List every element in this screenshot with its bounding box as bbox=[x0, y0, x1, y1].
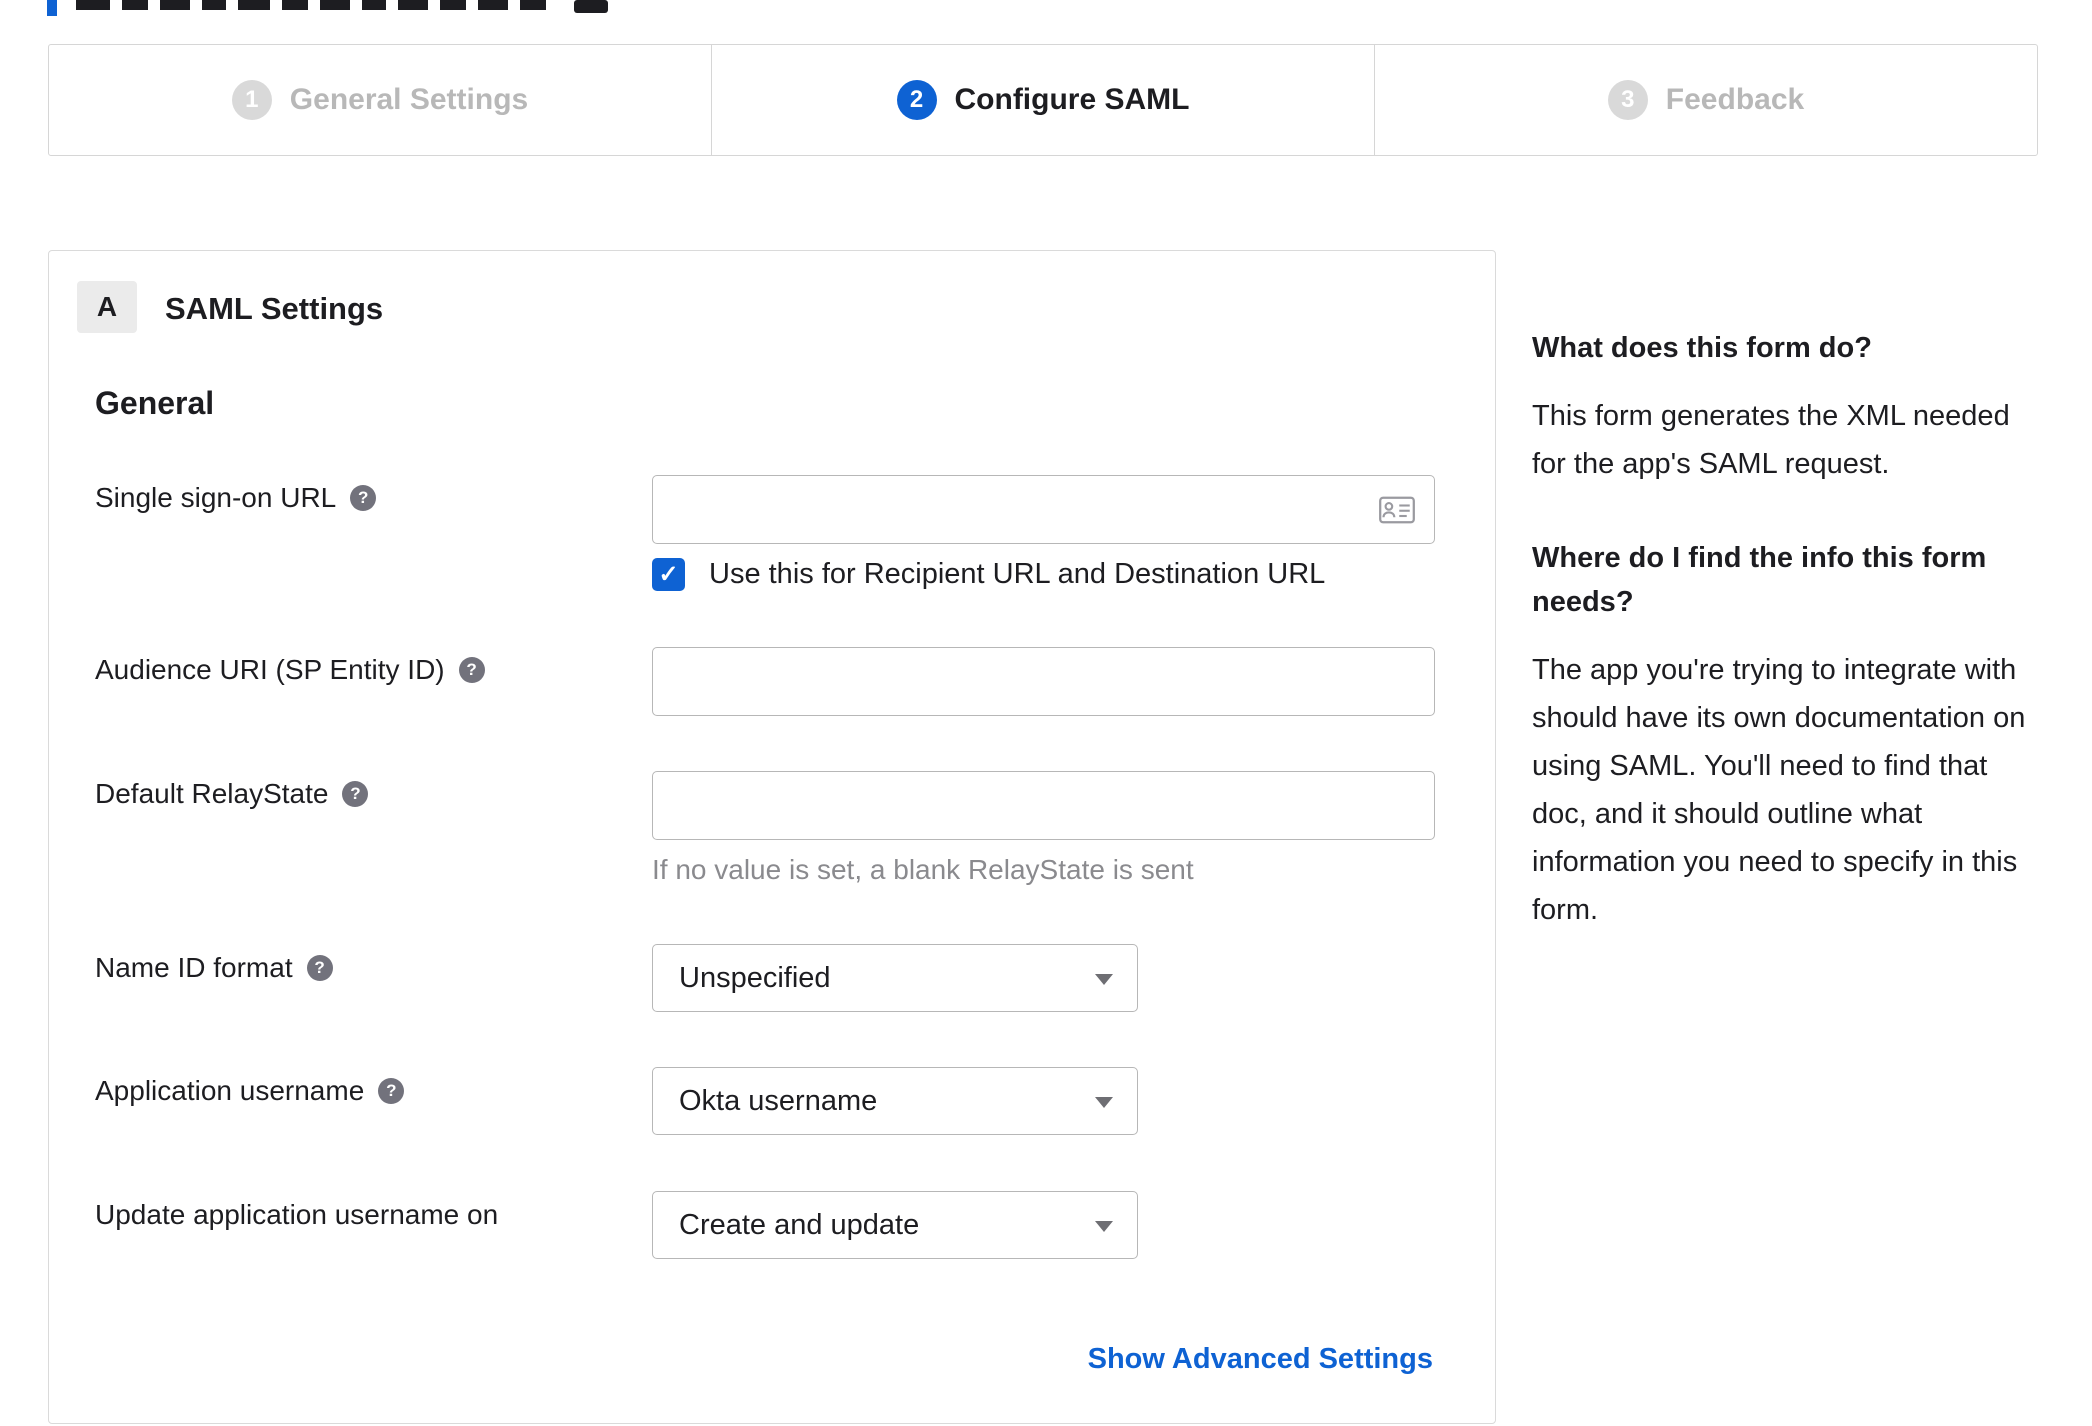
cropped-title-fragment bbox=[202, 0, 226, 10]
audience-uri-help-icon[interactable]: ? bbox=[458, 657, 485, 683]
cropped-title-fragment bbox=[478, 0, 508, 10]
cropped-title-fragment bbox=[398, 0, 428, 10]
audience-uri-input[interactable] bbox=[652, 647, 1435, 716]
nameid-format-label: Name ID format ? bbox=[95, 952, 333, 984]
step-label: General Settings bbox=[289, 83, 529, 116]
cropped-title-fragment bbox=[320, 0, 350, 10]
relaystate-help-icon[interactable]: ? bbox=[342, 781, 369, 807]
app-username-value: Okta username bbox=[679, 1084, 878, 1117]
cropped-title-fragment bbox=[282, 0, 308, 10]
step-number-badge: 3 bbox=[1607, 80, 1648, 120]
recipient-url-checkbox[interactable]: ✓ bbox=[652, 558, 685, 591]
chevron-down-icon bbox=[1095, 1097, 1113, 1108]
help-question-1: What does this form do? bbox=[1532, 332, 1872, 364]
cropped-title-fragment bbox=[160, 0, 190, 10]
app-username-help-icon[interactable]: ? bbox=[378, 1078, 405, 1104]
saml-settings-panel: A SAML Settings General Single sign-on U… bbox=[48, 250, 1496, 1424]
relaystate-label: Default RelayState ? bbox=[95, 778, 369, 810]
relaystate-input[interactable] bbox=[652, 771, 1435, 840]
update-username-label-text: Update application username on bbox=[95, 1199, 499, 1230]
chevron-down-icon bbox=[1095, 974, 1113, 985]
help-answer-1: This form generates the XML needed for t… bbox=[1532, 400, 2010, 480]
cropped-title-fragment bbox=[440, 0, 466, 10]
nameid-format-select[interactable]: Unspecified bbox=[652, 944, 1138, 1012]
panel-title: SAML Settings bbox=[165, 291, 384, 326]
chevron-down-icon bbox=[1095, 1221, 1113, 1232]
cropped-title-fragment bbox=[122, 0, 148, 10]
audience-uri-label: Audience URI (SP Entity ID) ? bbox=[95, 654, 485, 686]
wizard-stepper: 1 General Settings 2 Configure SAML 3 Fe… bbox=[48, 44, 2038, 156]
cropped-title-fragment bbox=[47, 0, 57, 16]
nameid-format-value: Unspecified bbox=[679, 961, 831, 994]
help-answer-2: The app you're trying to integrate with … bbox=[1532, 654, 2026, 926]
update-username-select[interactable]: Create and update bbox=[652, 1191, 1138, 1259]
nameid-format-label-text: Name ID format bbox=[95, 952, 293, 983]
step-configure-saml[interactable]: 2 Configure SAML bbox=[712, 45, 1375, 155]
step-number-badge: 2 bbox=[896, 80, 937, 120]
recipient-url-checkbox-label: Use this for Recipient URL and Destinati… bbox=[709, 558, 1326, 590]
sso-url-label: Single sign-on URL ? bbox=[95, 482, 377, 514]
step-feedback[interactable]: 3 Feedback bbox=[1375, 45, 2037, 155]
cropped-icon-fragment bbox=[574, 0, 608, 13]
step-number-badge: 1 bbox=[231, 80, 272, 120]
cropped-title-fragment bbox=[520, 0, 546, 10]
section-a-badge: A bbox=[77, 281, 137, 333]
sso-url-help-icon[interactable]: ? bbox=[350, 485, 377, 511]
step-label: Feedback bbox=[1665, 83, 1805, 116]
update-username-label: Update application username on bbox=[95, 1199, 498, 1231]
general-section-heading: General bbox=[95, 385, 215, 421]
step-general-settings[interactable]: 1 General Settings bbox=[49, 45, 712, 155]
help-column: What does this form do? This form genera… bbox=[1532, 326, 2038, 982]
app-username-select[interactable]: Okta username bbox=[652, 1067, 1138, 1135]
app-username-label: Application username ? bbox=[95, 1075, 405, 1107]
cropped-title-fragment bbox=[238, 0, 270, 10]
show-advanced-settings-link[interactable]: Show Advanced Settings bbox=[1088, 1343, 1433, 1376]
help-question-2: Where do I find the info this form needs… bbox=[1532, 542, 1987, 618]
step-label: Configure SAML bbox=[954, 83, 1190, 116]
sso-url-input[interactable] bbox=[652, 475, 1435, 544]
sso-url-input-wrap bbox=[652, 475, 1435, 544]
audience-uri-label-text: Audience URI (SP Entity ID) bbox=[95, 654, 445, 685]
nameid-format-help-icon[interactable]: ? bbox=[306, 955, 333, 981]
cropped-title-fragment bbox=[76, 0, 110, 10]
sso-url-label-text: Single sign-on URL bbox=[95, 482, 337, 513]
relaystate-hint: If no value is set, a blank RelayState i… bbox=[652, 854, 1194, 885]
recipient-url-checkbox-row: ✓ Use this for Recipient URL and Destina… bbox=[652, 558, 1325, 591]
update-username-value: Create and update bbox=[679, 1208, 920, 1241]
app-username-label-text: Application username bbox=[95, 1075, 365, 1106]
cropped-title-fragment bbox=[362, 0, 386, 10]
relaystate-label-text: Default RelayState bbox=[95, 778, 329, 809]
